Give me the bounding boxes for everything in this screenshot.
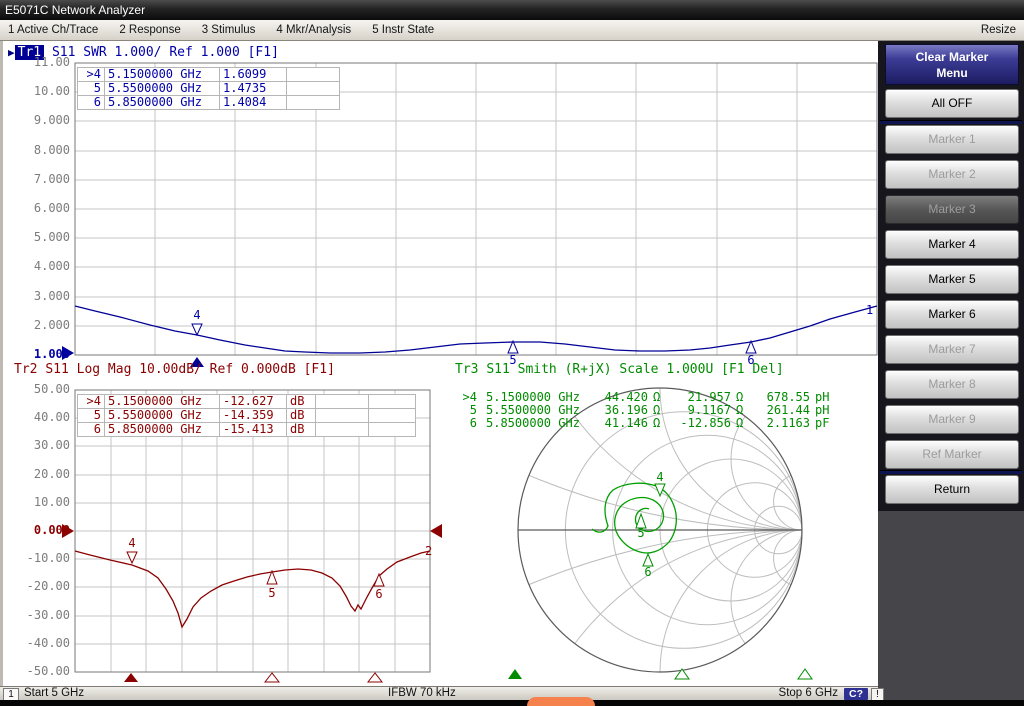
table-row: 55.5500000 GHz-14.359dB (78, 409, 416, 423)
tr2-ytick: -30.00 (6, 608, 70, 623)
softkey-menu-title: Clear Marker Menu (885, 44, 1019, 85)
tr2-stimulus-marker4[interactable] (124, 673, 138, 682)
window-title: E5071C Network Analyzer (5, 3, 145, 17)
tr2-stimulus-marker6[interactable] (368, 673, 382, 682)
tr2-marker4-symbol[interactable] (127, 552, 137, 563)
tr3-marker6-label: 6 (638, 566, 658, 579)
tr1-marker5-symbol[interactable] (508, 341, 518, 353)
tr1-marker4-symbol[interactable] (192, 324, 202, 335)
tr3-label: Tr3 (455, 362, 478, 377)
tr1-ytick: 7.000 (6, 172, 70, 187)
tr2-marker4-label: 4 (122, 537, 142, 550)
table-row: >45.1500000 GHz-12.627dB (78, 395, 416, 409)
tr3-params: S11 Smith (R+jX) Scale 1.000U [F1 Del] (486, 362, 783, 377)
tr1-ytick: 9.000 (6, 113, 70, 128)
tr1-ytick: 11.00 (6, 55, 70, 70)
tr2-marker-table: >45.1500000 GHz-12.627dB 55.5500000 GHz-… (77, 394, 416, 437)
title-bar[interactable]: E5071C Network Analyzer (0, 0, 1024, 20)
table-row: >45.1500000 GHz1.6099 (78, 68, 340, 82)
tr1-ytick: 6.000 (6, 201, 70, 216)
tr1-params: S11 SWR 1.000/ Ref 1.000 [F1] (52, 45, 279, 60)
tr1-marker4-label: 4 (187, 309, 207, 322)
stop-frequency: Stop 6 GHz (758, 687, 838, 700)
tr1-marker-table: >45.1500000 GHz1.6099 55.5500000 GHz1.47… (77, 67, 340, 110)
tr1-ytick: 3.000 (6, 289, 70, 304)
correction-badge: C? (844, 688, 868, 700)
tr1-ytick: 8.000 (6, 143, 70, 158)
tr1-ref-level: 1.000 (6, 347, 70, 362)
tr1-ytick: 5.000 (6, 230, 70, 245)
tr2-ytick: 10.00 (6, 495, 70, 510)
softkey-menu-title-line1: Clear Marker (886, 49, 1018, 65)
softkey-separator (880, 470, 1022, 474)
tr2-ytick: 50.00 (6, 382, 70, 397)
tr2-ytick: -40.00 (6, 636, 70, 651)
mouse-cursor (527, 697, 595, 706)
tr2-trace-number: 2 (425, 544, 432, 558)
start-frequency: Start 5 GHz (24, 687, 84, 700)
resize-button[interactable]: Resize (981, 24, 1016, 36)
tr2-marker6-symbol[interactable] (374, 574, 384, 586)
e5071c-window: E5071C Network Analyzer 1 Active Ch/Trac… (0, 0, 1024, 706)
tr1-ytick: 10.00 (6, 84, 70, 99)
tr2-marker-symbols (127, 552, 384, 586)
tr3-marker4-label: 4 (650, 471, 670, 484)
menu-stimulus[interactable]: 3 Stimulus (202, 24, 256, 36)
ifbw-readout: IFBW 70 kHz (388, 687, 456, 700)
tr3-marker5-label: 5 (631, 527, 651, 540)
tr2-marker6-label: 6 (369, 588, 389, 601)
softkey-marker-7: Marker 7 (885, 335, 1019, 364)
table-row: 55.5500000 GHz1.4735 (78, 82, 340, 96)
softkey-marker-4[interactable]: Marker 4 (885, 230, 1019, 259)
status-bar: 1 Start 5 GHz IFBW 70 kHz Stop 6 GHz C? … (0, 686, 878, 700)
softkey-marker-9: Marker 9 (885, 405, 1019, 434)
tr1-ytick: 4.000 (6, 259, 70, 274)
menu-instr-state[interactable]: 5 Instr State (372, 24, 434, 36)
softkey-return[interactable]: Return (885, 475, 1019, 504)
tr2-ref-level: 0.000 (6, 523, 70, 538)
tr3-header[interactable]: Tr3 S11 Smith (R+jX) Scale 1.000U [F1 De… (455, 362, 784, 377)
tr3-marker-row: 65.8500000 GHz41.146Ω-12.856Ω2.1163pF (455, 417, 837, 430)
tr2-ytick: 20.00 (6, 467, 70, 482)
tr2-ytick: -50.00 (6, 664, 70, 679)
menu-bar: 1 Active Ch/Trace 2 Response 3 Stimulus … (0, 20, 1024, 41)
menu-active-ch-trace[interactable]: 1 Active Ch/Trace (8, 24, 98, 36)
softkey-marker-6[interactable]: Marker 6 (885, 300, 1019, 329)
softkey-ref-marker: Ref Marker (885, 440, 1019, 469)
tr2-header[interactable]: Tr2 S11 Log Mag 10.00dB/ Ref 0.000dB [F1… (14, 362, 335, 377)
tr1-trace-number: 1 (866, 303, 873, 317)
softkey-marker-5[interactable]: Marker 5 (885, 265, 1019, 294)
softkey-menu-title-line2: Menu (886, 65, 1018, 81)
tr3-stimulus-marker6[interactable] (798, 669, 812, 679)
tr2-params: S11 Log Mag 10.00dB/ Ref 0.000dB [F1] (45, 362, 335, 377)
tr2-ytick: -20.00 (6, 579, 70, 594)
tr2-ytick: 30.00 (6, 438, 70, 453)
tr1-ytick: 2.000 (6, 318, 70, 333)
tr2-stimulus-marker5[interactable] (265, 673, 279, 682)
tr2-stimulus-markers (124, 673, 382, 682)
tr3-stimulus-marker4[interactable] (508, 669, 522, 679)
menu-mkr-analysis[interactable]: 4 Mkr/Analysis (276, 24, 351, 36)
table-row: 65.8500000 GHz-15.413dB (78, 423, 416, 437)
softkey-marker-8: Marker 8 (885, 370, 1019, 399)
tr2-ytick: -10.00 (6, 551, 70, 566)
tr2-marker5-label: 5 (262, 587, 282, 600)
bottom-edge-strip (0, 700, 1024, 706)
softkey-marker-3[interactable]: Marker 3 (885, 195, 1019, 224)
tr2-label: Tr2 (14, 362, 37, 377)
table-row: 65.8500000 GHz1.4084 (78, 96, 340, 110)
softkey-marker-2: Marker 2 (885, 160, 1019, 189)
tr2-ytick: 40.00 (6, 410, 70, 425)
softkey-marker-1: Marker 1 (885, 125, 1019, 154)
tr1-marker-symbols (192, 324, 756, 353)
softkey-separator (880, 120, 1022, 124)
menu-response[interactable]: 2 Response (119, 24, 180, 36)
softkey-all-off[interactable]: All OFF (885, 89, 1019, 118)
